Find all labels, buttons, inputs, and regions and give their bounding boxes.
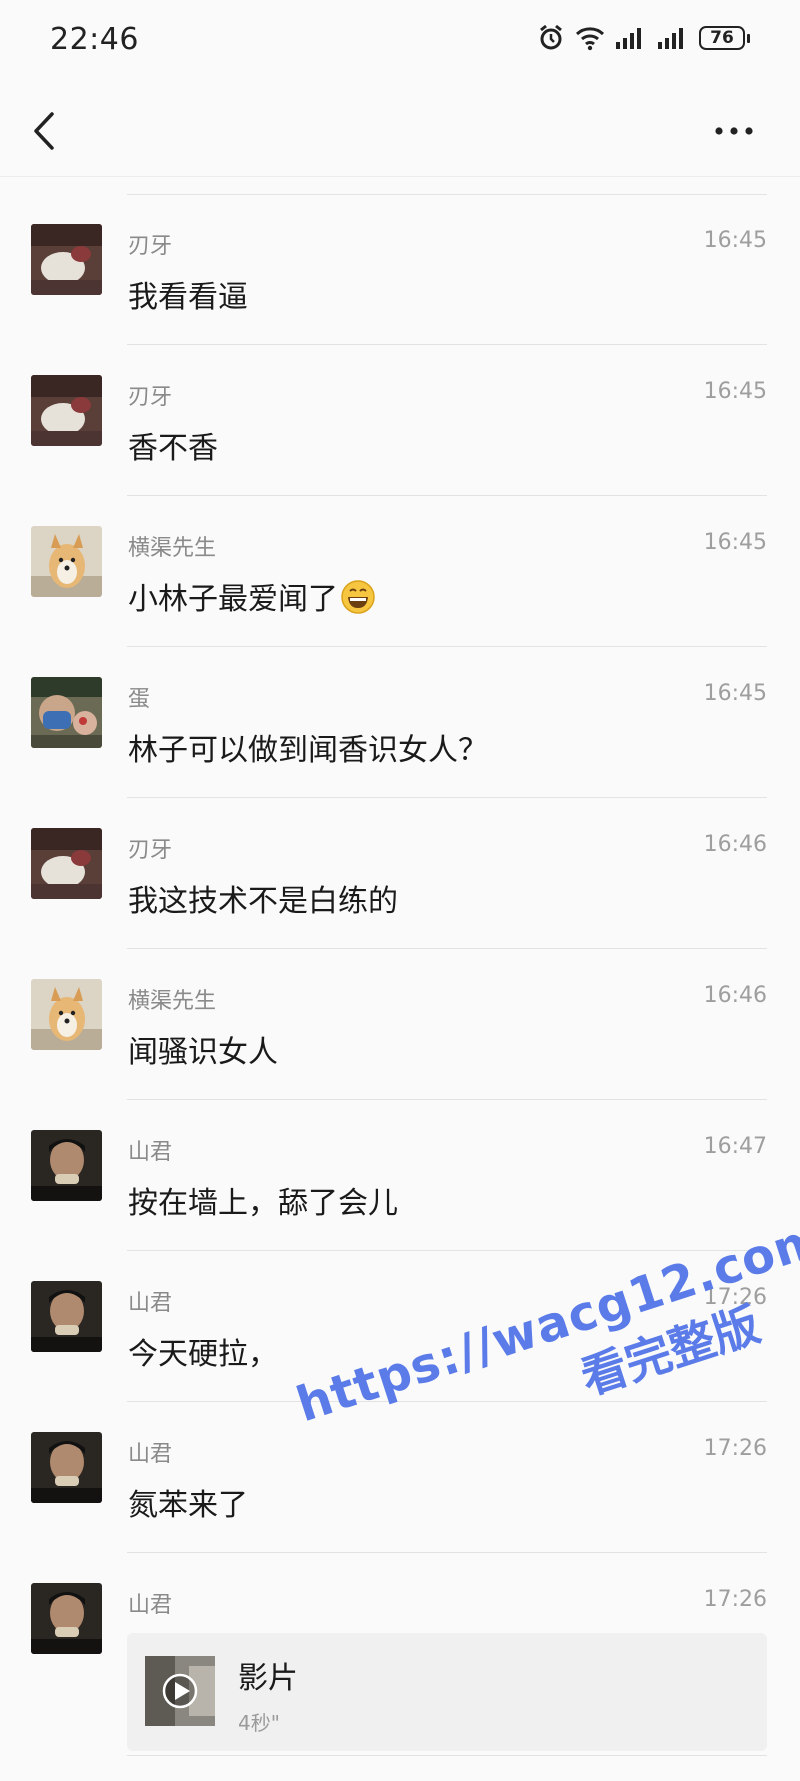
avatar-dan[interactable] bbox=[31, 677, 102, 748]
wifi-icon bbox=[575, 25, 605, 51]
sender-name: 山君 bbox=[128, 1140, 173, 1165]
more-horizontal-icon bbox=[715, 127, 753, 135]
avatar-dog[interactable] bbox=[31, 526, 102, 597]
sender-name: 刃牙 bbox=[128, 234, 173, 259]
avatar-renya[interactable] bbox=[31, 224, 102, 295]
message-row[interactable]: 山君 17:26 影片 4秒" bbox=[0, 1553, 800, 1756]
message-row[interactable]: 刃牙 16:45 我看看逼 bbox=[0, 194, 800, 345]
chevron-left-icon bbox=[34, 112, 54, 150]
avatar-shanjun[interactable] bbox=[31, 1130, 102, 1201]
battery-icon: 76 bbox=[699, 26, 750, 50]
battery-level: 76 bbox=[699, 26, 745, 50]
sender-name: 蛋 bbox=[128, 687, 151, 712]
message-text: 林子可以做到闻香识女人？ bbox=[128, 733, 488, 768]
message-text: 小林子最爱闻了 bbox=[128, 574, 376, 623]
message-row[interactable]: 横渠先生 16:46 闻骚识女人 bbox=[0, 949, 800, 1100]
message-text: 氮苯来了 bbox=[128, 1488, 248, 1523]
more-button[interactable] bbox=[704, 106, 764, 156]
status-time: 22:46 bbox=[50, 22, 139, 57]
signal-icon-2 bbox=[657, 26, 689, 50]
message-text: 今天硬拉， bbox=[128, 1337, 278, 1372]
message-row[interactable]: 刃牙 16:45 香不香 bbox=[0, 345, 800, 496]
avatar-dog[interactable] bbox=[31, 979, 102, 1050]
message-text: 我看看逼 bbox=[128, 280, 248, 315]
sender-name: 横渠先生 bbox=[128, 989, 217, 1014]
sender-name: 山君 bbox=[128, 1442, 173, 1467]
message-time: 16:45 bbox=[703, 228, 767, 253]
sender-name: 山君 bbox=[128, 1291, 173, 1316]
message-text: 我这技术不是白练的 bbox=[128, 884, 398, 919]
sender-name: 山君 bbox=[128, 1593, 173, 1618]
message-list[interactable]: 刃牙 16:45 我看看逼 刃牙 16:45 香不香 横渠先生 16:45 小林… bbox=[0, 194, 800, 1756]
sender-name: 刃牙 bbox=[128, 838, 173, 863]
signal-icon-1 bbox=[615, 26, 647, 50]
video-thumbnail[interactable] bbox=[145, 1656, 215, 1726]
message-time: 16:45 bbox=[703, 530, 767, 555]
message-text: 按在墙上，舔了会儿 bbox=[128, 1186, 398, 1221]
back-button[interactable] bbox=[22, 106, 66, 156]
video-title: 影片 bbox=[238, 1661, 298, 1696]
message-row[interactable]: 蛋 16:45 林子可以做到闻香识女人？ bbox=[0, 647, 800, 798]
video-duration: 4秒" bbox=[238, 1711, 280, 1735]
status-bar: 22:46 76 bbox=[0, 0, 800, 84]
sender-name: 刃牙 bbox=[128, 385, 173, 410]
message-time: 16:47 bbox=[703, 1134, 767, 1159]
message-time: 17:26 bbox=[703, 1587, 767, 1612]
avatar-shanjun[interactable] bbox=[31, 1432, 102, 1503]
message-time: 16:46 bbox=[703, 983, 767, 1008]
message-time: 16:45 bbox=[703, 379, 767, 404]
grinning-face-emoji bbox=[340, 579, 376, 623]
message-row[interactable]: 山君 16:47 按在墙上，舔了会儿 bbox=[0, 1100, 800, 1251]
message-row[interactable]: 横渠先生 16:45 小林子最爱闻了 bbox=[0, 496, 800, 647]
message-time: 16:45 bbox=[703, 681, 767, 706]
message-time: 17:26 bbox=[703, 1436, 767, 1461]
avatar-shanjun[interactable] bbox=[31, 1583, 102, 1654]
avatar-renya[interactable] bbox=[31, 375, 102, 446]
avatar-renya[interactable] bbox=[31, 828, 102, 899]
avatar-shanjun[interactable] bbox=[31, 1281, 102, 1352]
message-row[interactable]: 刃牙 16:46 我这技术不是白练的 bbox=[0, 798, 800, 949]
alarm-icon bbox=[537, 24, 565, 52]
message-text-content: 小林子最爱闻了 bbox=[128, 582, 338, 617]
video-message-card[interactable]: 影片 4秒" bbox=[127, 1633, 767, 1751]
message-text: 香不香 bbox=[128, 431, 218, 466]
message-time: 16:46 bbox=[703, 832, 767, 857]
message-text: 闻骚识女人 bbox=[128, 1035, 278, 1070]
status-icons: 76 bbox=[537, 24, 750, 52]
nav-bar bbox=[0, 84, 800, 177]
sender-name: 横渠先生 bbox=[128, 536, 217, 561]
